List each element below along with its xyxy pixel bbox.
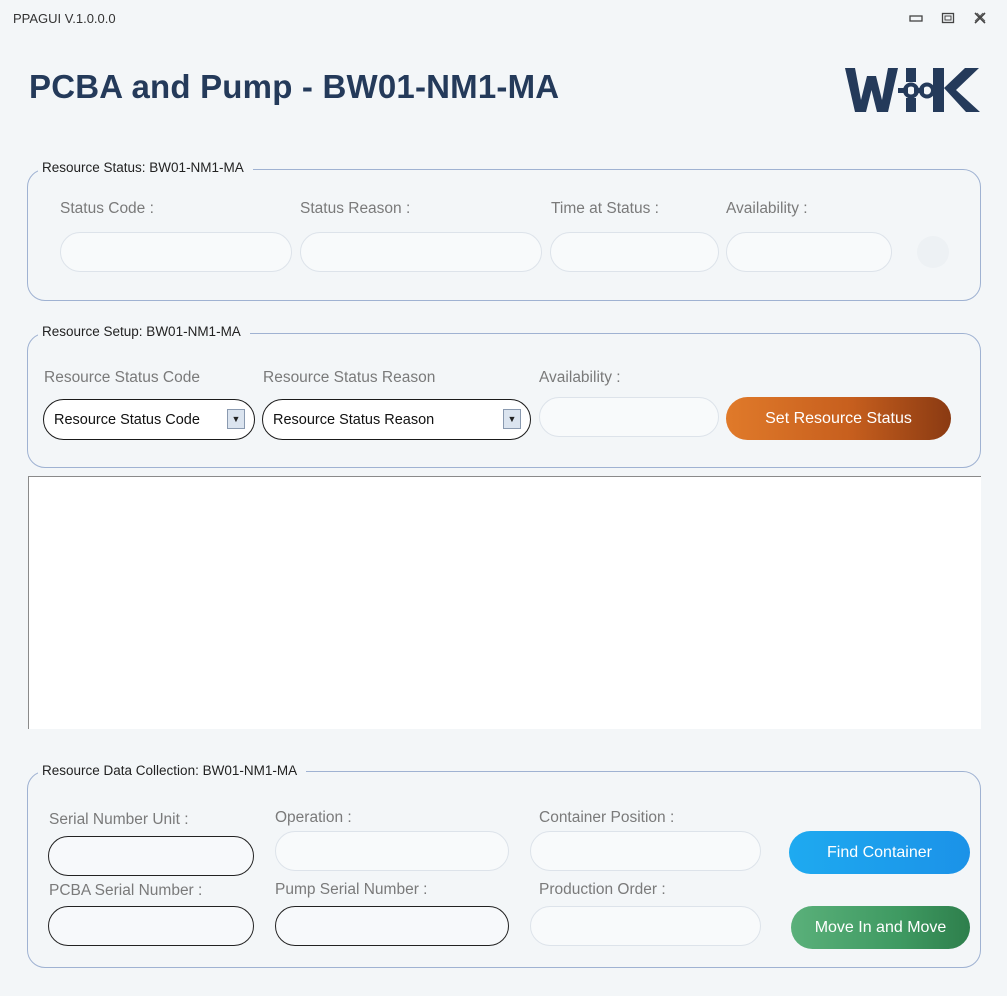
page-title: PCBA and Pump - BW01-NM1-MA [29,68,560,105]
availability-label: Availability : [726,200,808,217]
serial-number-unit-input[interactable] [48,836,254,876]
serial-number-unit-label: Serial Number Unit : [49,811,189,828]
resource-status-code-select[interactable]: Resource Status Code ▼ [43,399,255,440]
production-order-label: Production Order : [539,881,666,898]
setup-availability-field[interactable] [539,397,719,437]
window-title: PPAGUI V.1.0.0.0 [13,11,116,26]
minimize-icon[interactable] [906,8,926,28]
resource-status-code-selected: Resource Status Code [54,411,200,428]
production-order-field[interactable] [530,906,761,946]
status-reason-field[interactable] [300,232,542,272]
status-reason-label: Status Reason : [300,200,411,217]
log-panel[interactable] [28,476,981,729]
resource-status-reason-select[interactable]: Resource Status Reason ▼ [262,399,531,440]
chevron-down-icon[interactable]: ▼ [503,409,521,429]
resource-setup-legend: Resource Setup: BW01-NM1-MA [38,324,250,339]
maximize-icon[interactable] [938,8,958,28]
move-in-and-move-button[interactable]: Move In and Move [791,906,970,949]
close-icon[interactable] [970,8,990,28]
setup-availability-label: Availability : [539,369,621,386]
operation-field[interactable] [275,831,509,871]
status-code-label: Status Code : [60,200,154,217]
status-code-field[interactable] [60,232,292,272]
resource-status-reason-selected: Resource Status Reason [273,411,435,428]
chevron-down-icon[interactable]: ▼ [227,409,245,429]
company-logo [843,64,983,116]
pump-serial-label: Pump Serial Number : [275,881,428,898]
resource-status-code-label: Resource Status Code [44,369,200,386]
pcba-serial-label: PCBA Serial Number : [49,882,203,899]
set-resource-status-button[interactable]: Set Resource Status [726,397,951,440]
resource-status-legend: Resource Status: BW01-NM1-MA [38,160,253,175]
data-collection-legend: Resource Data Collection: BW01-NM1-MA [38,763,307,778]
find-container-button[interactable]: Find Container [789,831,970,874]
time-at-status-label: Time at Status : [551,200,659,217]
pcba-serial-input[interactable] [48,906,254,946]
container-position-field[interactable] [530,831,761,871]
time-at-status-field[interactable] [550,232,719,272]
status-indicator [917,236,949,268]
pump-serial-input[interactable] [275,906,509,946]
resource-status-reason-label: Resource Status Reason [263,369,436,386]
availability-field[interactable] [726,232,892,272]
operation-label: Operation : [275,809,352,826]
container-position-label: Container Position : [539,809,675,826]
